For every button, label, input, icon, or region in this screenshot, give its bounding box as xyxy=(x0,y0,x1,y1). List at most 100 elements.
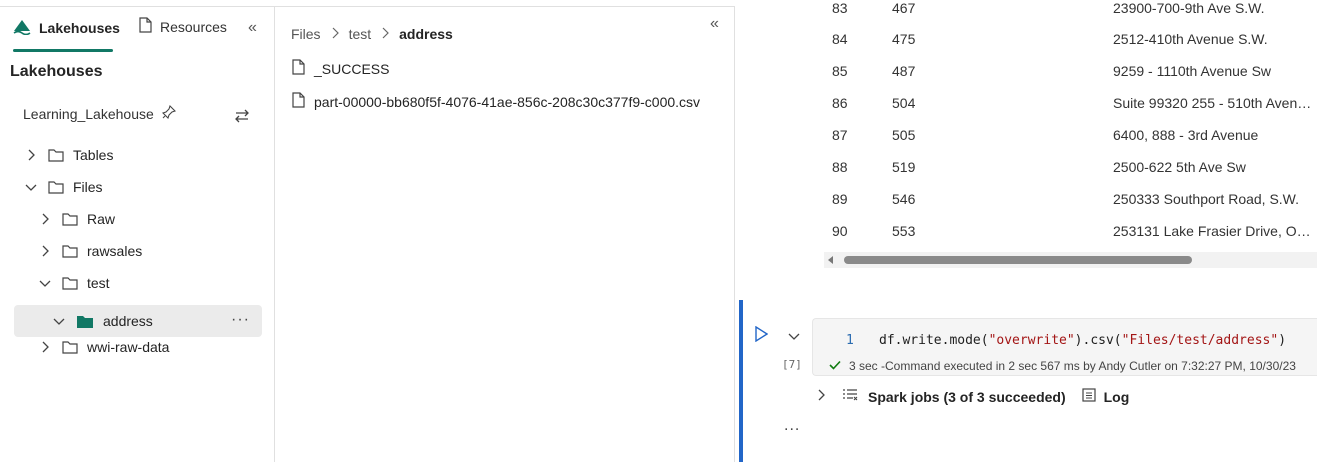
row-id: 467 xyxy=(892,0,916,16)
tree-item-label: Tables xyxy=(73,147,114,163)
spark-jobs-row: Spark jobs (3 of 3 succeeded) Log xyxy=(816,388,1129,405)
tab-lakehouses-label: Lakehouses xyxy=(39,19,120,36)
tree-item-label: address xyxy=(103,313,153,329)
folder-filled-icon xyxy=(76,314,94,329)
code-token: df.write.mode( xyxy=(879,333,989,348)
tab-resources[interactable]: Resources xyxy=(138,17,227,36)
chevron-right-icon[interactable] xyxy=(38,340,52,354)
breadcrumb-item-test[interactable]: test xyxy=(349,26,372,42)
folder-icon xyxy=(62,244,78,258)
file-item[interactable]: part-00000-bb680f5f-4076-41ae-856c-208c3… xyxy=(291,92,700,111)
breadcrumb-item-files[interactable]: Files xyxy=(291,26,321,42)
lakehouse-icon xyxy=(13,17,31,38)
scrollbar-thumb[interactable] xyxy=(844,256,1192,264)
tree-item-files[interactable]: Files xyxy=(14,171,262,203)
notebook-pane: 83 467 23900-700-9th Ave S.W. 84 475 251… xyxy=(736,0,1317,462)
folder-icon xyxy=(62,212,78,226)
tree-item-label: Raw xyxy=(87,211,116,227)
active-tab-indicator xyxy=(13,49,113,52)
lakehouse-explorer-pane: Lakehouses Resources « Lakehouses Learni… xyxy=(0,6,275,462)
row-index: 86 xyxy=(832,95,848,111)
row-id: 519 xyxy=(892,159,916,175)
tree-item-wwi-raw-data[interactable]: wwi-raw-data xyxy=(14,331,262,363)
code-cell[interactable]: 1 df.write.mode("overwrite").csv("Files/… xyxy=(812,318,1317,376)
execution-count: [7] xyxy=(782,358,802,371)
log-label: Log xyxy=(1103,388,1130,405)
chevron-down-icon[interactable] xyxy=(52,314,66,328)
document-icon xyxy=(138,17,152,36)
cell-status: 3 sec -Command executed in 2 sec 567 ms … xyxy=(829,359,1296,373)
row-index: 85 xyxy=(832,63,848,79)
row-address: 2512-410th Avenue S.W. xyxy=(1113,31,1268,47)
pane-title: Lakehouses xyxy=(10,63,103,80)
tree-item-label: wwi-raw-data xyxy=(87,339,170,355)
chevron-right-icon xyxy=(381,26,389,42)
files-pane: Files test address « _SUCCESS part-00000… xyxy=(275,6,735,462)
tree-item-rawsales[interactable]: rawsales xyxy=(14,235,262,267)
tree-item-raw[interactable]: Raw xyxy=(14,203,262,235)
chevron-right-icon[interactable] xyxy=(38,244,52,258)
table-row: 86 504 Suite 99320 255 - 510th Aven… xyxy=(736,87,1317,119)
switch-lakehouse-icon[interactable] xyxy=(234,109,250,126)
scroll-left-icon[interactable] xyxy=(828,256,833,264)
spark-jobs-icon xyxy=(842,388,858,405)
tree-item-test[interactable]: test xyxy=(14,267,262,299)
row-address: 2500-622 5th Ave Sw xyxy=(1113,159,1246,175)
file-icon xyxy=(291,92,305,111)
table-row: 88 519 2500-622 5th Ave Sw xyxy=(736,151,1317,183)
breadcrumb-item-address: address xyxy=(399,26,453,42)
log-button[interactable]: Log xyxy=(1082,388,1130,405)
folder-icon xyxy=(62,340,78,354)
row-address: 23900-700-9th Ave S.W. xyxy=(1113,0,1265,16)
log-icon xyxy=(1082,388,1096,405)
row-index: 90 xyxy=(832,223,848,239)
chevron-down-icon[interactable] xyxy=(788,328,800,344)
row-address: 6400, 888 - 3rd Avenue xyxy=(1113,127,1259,143)
lakehouse-name: Learning_Lakehouse xyxy=(23,105,154,122)
chevron-down-icon[interactable] xyxy=(24,180,38,194)
spark-jobs-label[interactable]: Spark jobs (3 of 3 succeeded) xyxy=(868,389,1066,405)
chevron-right-icon[interactable] xyxy=(38,212,52,226)
lakehouse-name-row: Learning_Lakehouse xyxy=(23,104,176,122)
file-item[interactable]: _SUCCESS xyxy=(291,59,389,78)
file-name: _SUCCESS xyxy=(314,60,390,77)
chevron-right-icon[interactable] xyxy=(24,148,38,162)
collapse-pane-icon[interactable]: « xyxy=(248,19,257,37)
tree-item-label: Files xyxy=(73,179,103,195)
row-address: Suite 99320 255 - 510th Aven… xyxy=(1113,95,1312,111)
table-row: 85 487 9259 - 1110th Avenue Sw xyxy=(736,55,1317,87)
row-id: 546 xyxy=(892,191,916,207)
file-icon xyxy=(291,59,305,78)
line-number: 1 xyxy=(846,333,854,348)
code-line[interactable]: df.write.mode("overwrite").csv("Files/te… xyxy=(879,333,1286,348)
tree-item-tables[interactable]: Tables xyxy=(14,139,262,171)
more-options-icon[interactable]: ... xyxy=(784,417,800,435)
active-cell-indicator xyxy=(739,300,743,462)
explorer-tabbar: Lakehouses Resources « xyxy=(0,7,275,52)
row-address: 250333 Southport Road, S.W. xyxy=(1113,191,1300,207)
folder-icon xyxy=(48,148,64,162)
breadcrumb: Files test address xyxy=(291,26,453,42)
row-id: 487 xyxy=(892,63,916,79)
chevron-right-icon xyxy=(331,26,339,42)
table-row: 90 553 253131 Lake Frasier Drive, Offi… xyxy=(736,215,1317,247)
pin-icon[interactable] xyxy=(161,104,176,122)
collapse-pane-icon[interactable]: « xyxy=(710,15,719,33)
status-text: 3 sec -Command executed in 2 sec 567 ms … xyxy=(849,359,1296,373)
row-id: 475 xyxy=(892,31,916,47)
horizontal-scrollbar[interactable] xyxy=(824,252,1317,268)
folder-icon xyxy=(48,180,64,194)
tree-item-label: rawsales xyxy=(87,243,143,259)
tab-lakehouses[interactable]: Lakehouses xyxy=(13,17,120,38)
code-string: "overwrite" xyxy=(988,333,1075,348)
code-token: ) xyxy=(1278,333,1287,348)
chevron-right-icon[interactable] xyxy=(816,388,826,405)
row-id: 505 xyxy=(892,127,916,143)
more-options-icon[interactable]: ··· xyxy=(231,311,250,329)
table-row: 89 546 250333 Southport Road, S.W. xyxy=(736,183,1317,215)
table-row: 87 505 6400, 888 - 3rd Avenue xyxy=(736,119,1317,151)
chevron-down-icon[interactable] xyxy=(38,276,52,290)
row-index: 89 xyxy=(832,191,848,207)
row-index: 87 xyxy=(832,127,848,143)
run-cell-icon[interactable] xyxy=(754,325,769,345)
